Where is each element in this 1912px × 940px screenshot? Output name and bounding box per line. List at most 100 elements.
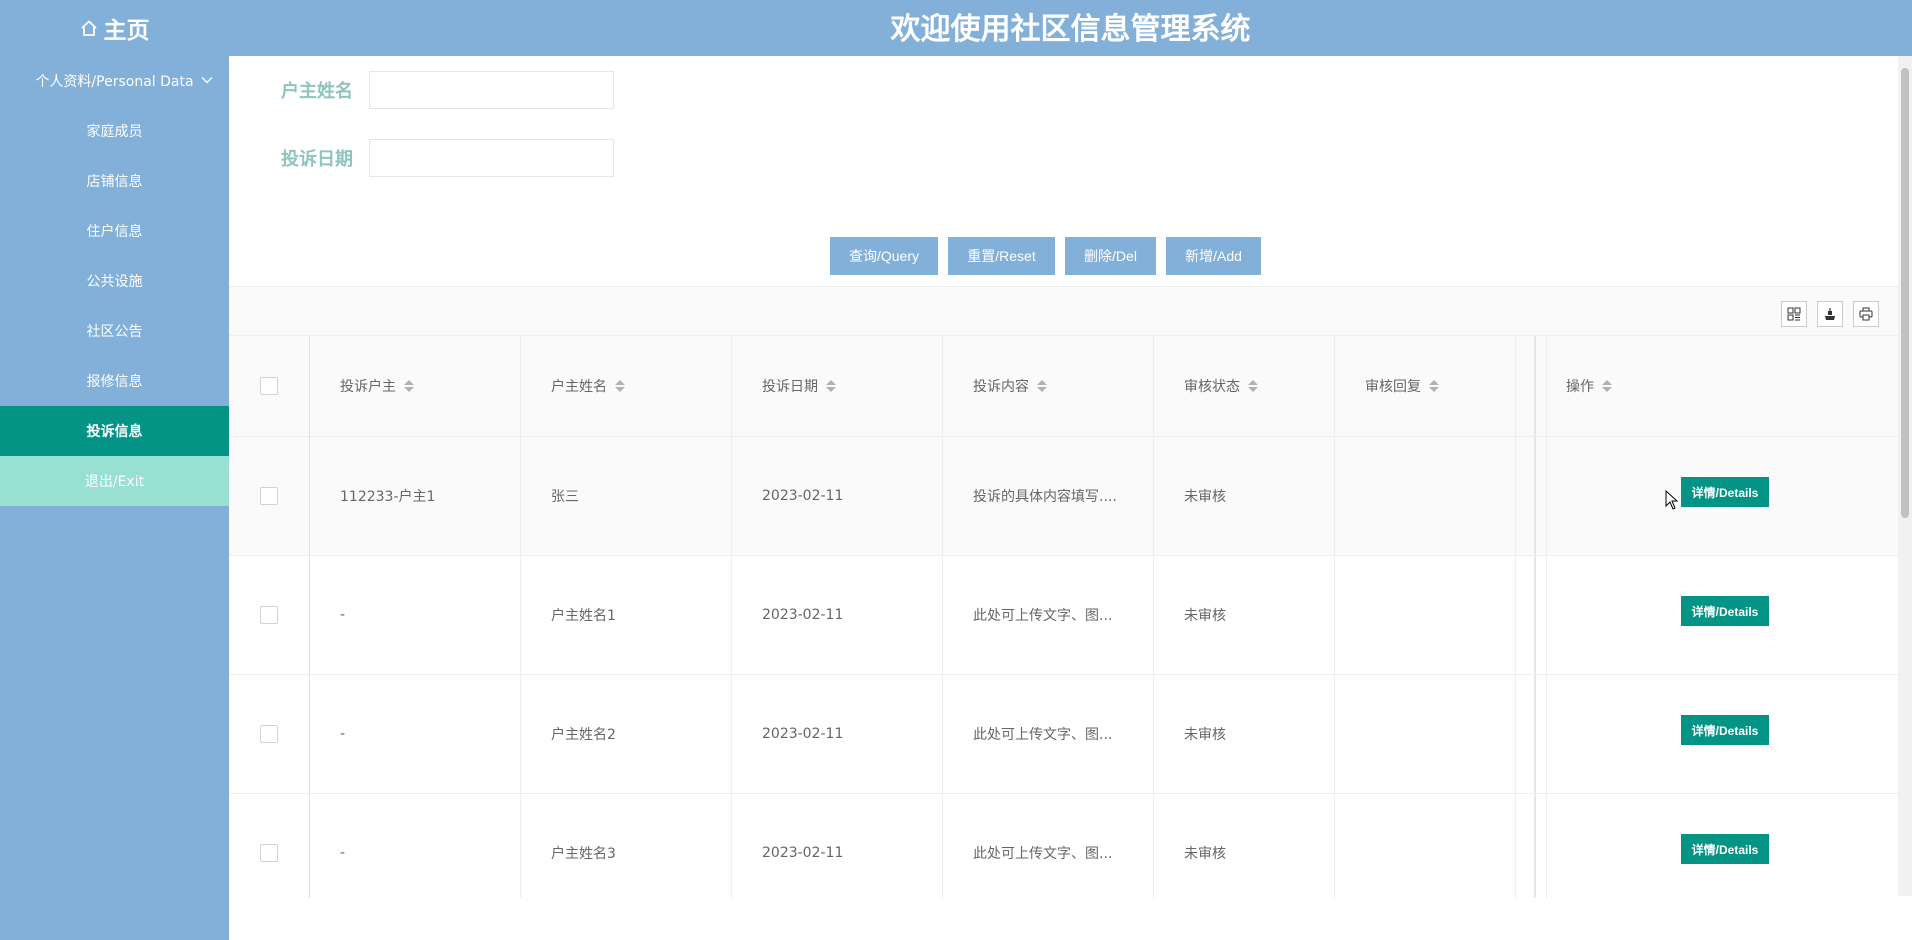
add-button[interactable]: 新增/Add [1166,237,1261,275]
sort-icon[interactable] [1429,380,1439,392]
cell-actions: 详情/Details [1534,675,1898,793]
sidebar-item-shop[interactable]: 店铺信息 [0,156,229,206]
cell-content: 此处可上传文字、图... [943,794,1154,912]
header-label: 投诉内容 [973,379,1029,395]
cell-reply [1335,437,1516,555]
cell-actions: 详情/Details [1534,556,1898,674]
vertical-scrollbar[interactable] [1898,56,1912,896]
system-title: 欢迎使用社区信息管理系统 [890,12,1251,47]
bottom-area [229,898,1912,940]
header-review-status[interactable]: 审核状态 [1154,336,1335,436]
table-row[interactable]: - 户主姓名2 2023-02-11 此处可上传文字、图... 未审核 详情/D… [229,675,1898,794]
sidebar-item-notice[interactable]: 社区公告 [0,306,229,356]
row-select-cell [229,556,310,674]
cell-status: 未审核 [1154,675,1335,793]
print-button[interactable] [1853,301,1879,327]
details-button[interactable]: 详情/Details [1680,834,1770,864]
cell-actions: 详情/Details [1534,794,1898,912]
export-button[interactable] [1817,301,1843,327]
cell-actions: 详情/Details [1534,437,1898,555]
select-all-cell [229,336,310,436]
cell-name: 户主姓名3 [521,794,732,912]
details-button[interactable]: 详情/Details [1680,477,1770,507]
table-header: 投诉户主 户主姓名 投诉日期 投诉内容 审核状态 审核回复 操作 [229,336,1898,437]
query-button[interactable]: 查询/Query [830,237,938,275]
scrollbar-thumb[interactable] [1901,68,1909,518]
cell-reply [1335,675,1516,793]
cell-content: 此处可上传文字、图... [943,675,1154,793]
owner-name-label: 户主姓名 [281,81,353,102]
export-icon [1825,308,1835,320]
cell-date: 2023-02-11 [732,556,943,674]
cell-owner: - [310,794,521,912]
top-bar: 主页 欢迎使用社区信息管理系统 [0,0,1912,56]
owner-name-input[interactable] [369,71,614,109]
header-label: 投诉日期 [762,379,818,395]
sort-icon[interactable] [1602,380,1612,392]
cell-status: 未审核 [1154,556,1335,674]
home-link[interactable]: 主页 [0,0,229,56]
complaint-date-row: 投诉日期 [281,139,614,177]
home-label: 主页 [103,18,150,44]
details-button[interactable]: 详情/Details [1680,596,1770,626]
header-label: 审核状态 [1184,379,1240,395]
header-complaint-content[interactable]: 投诉内容 [943,336,1154,436]
sidebar-item-complaint[interactable]: 投诉信息 [0,406,229,456]
cell-date: 2023-02-11 [732,437,943,555]
sort-icon[interactable] [1037,380,1047,392]
row-checkbox[interactable] [260,606,278,624]
sidebar-personal-data[interactable]: 个人资料/Personal Data [0,56,229,106]
header-label: 投诉户主 [340,379,396,395]
sidebar-item-resident[interactable]: 住户信息 [0,206,229,256]
row-select-cell [229,675,310,793]
sort-icon[interactable] [404,380,414,392]
table-row[interactable]: - 户主姓名1 2023-02-11 此处可上传文字、图... 未审核 详情/D… [229,556,1898,675]
cell-content: 投诉的具体内容填写.... [943,437,1154,555]
header-complaint-owner[interactable]: 投诉户主 [310,336,521,436]
row-checkbox[interactable] [260,725,278,743]
select-all-checkbox[interactable] [260,377,278,395]
cell-status: 未审核 [1154,437,1335,555]
cell-reply [1335,794,1516,912]
row-checkbox[interactable] [260,844,278,862]
sidebar-parent-label: 个人资料/Personal Data [35,74,194,90]
cell-status: 未审核 [1154,794,1335,912]
reset-button[interactable]: 重置/Reset [948,237,1055,275]
header-complaint-date[interactable]: 投诉日期 [732,336,943,436]
cell-name: 张三 [521,437,732,555]
complaint-date-input[interactable] [369,139,614,177]
table-row[interactable]: - 户主姓名3 2023-02-11 此处可上传文字、图... 未审核 详情/D… [229,794,1898,913]
row-select-cell [229,794,310,912]
sort-icon[interactable] [1248,380,1258,392]
sort-icon[interactable] [615,380,625,392]
cell-name: 户主姓名2 [521,675,732,793]
details-button[interactable]: 详情/Details [1680,715,1770,745]
row-select-cell [229,437,310,555]
mouse-cursor-icon [1665,490,1678,510]
header-label: 户主姓名 [551,379,607,395]
cell-owner: 112233-户主1 [310,437,521,555]
sidebar: 个人资料/Personal Data 家庭成员 店铺信息 住户信息 公共设施 社… [0,56,229,940]
sidebar-item-family[interactable]: 家庭成员 [0,106,229,156]
cell-owner: - [310,675,521,793]
complaint-date-label: 投诉日期 [281,149,353,170]
main-content: 户主姓名 投诉日期 查询/Query 重置/Reset 删除/Del 新增/Ad… [229,56,1912,940]
sort-icon[interactable] [826,380,836,392]
header-owner-name[interactable]: 户主姓名 [521,336,732,436]
sidebar-item-exit[interactable]: 退出/Exit [0,456,229,506]
sidebar-item-repair[interactable]: 报修信息 [0,356,229,406]
sidebar-item-facility[interactable]: 公共设施 [0,256,229,306]
delete-button[interactable]: 删除/Del [1065,237,1156,275]
owner-name-row: 户主姓名 [281,71,614,109]
columns-icon [1787,307,1801,321]
header-label: 操作 [1566,379,1594,395]
cell-name: 户主姓名1 [521,556,732,674]
cell-content: 此处可上传文字、图... [943,556,1154,674]
columns-filter-button[interactable] [1781,301,1807,327]
header-review-reply[interactable]: 审核回复 [1335,336,1516,436]
row-checkbox[interactable] [260,487,278,505]
cell-owner: - [310,556,521,674]
header-actions[interactable]: 操作 [1534,336,1898,436]
cell-date: 2023-02-11 [732,675,943,793]
table-row[interactable]: 112233-户主1 张三 2023-02-11 投诉的具体内容填写.... 未… [229,437,1898,556]
